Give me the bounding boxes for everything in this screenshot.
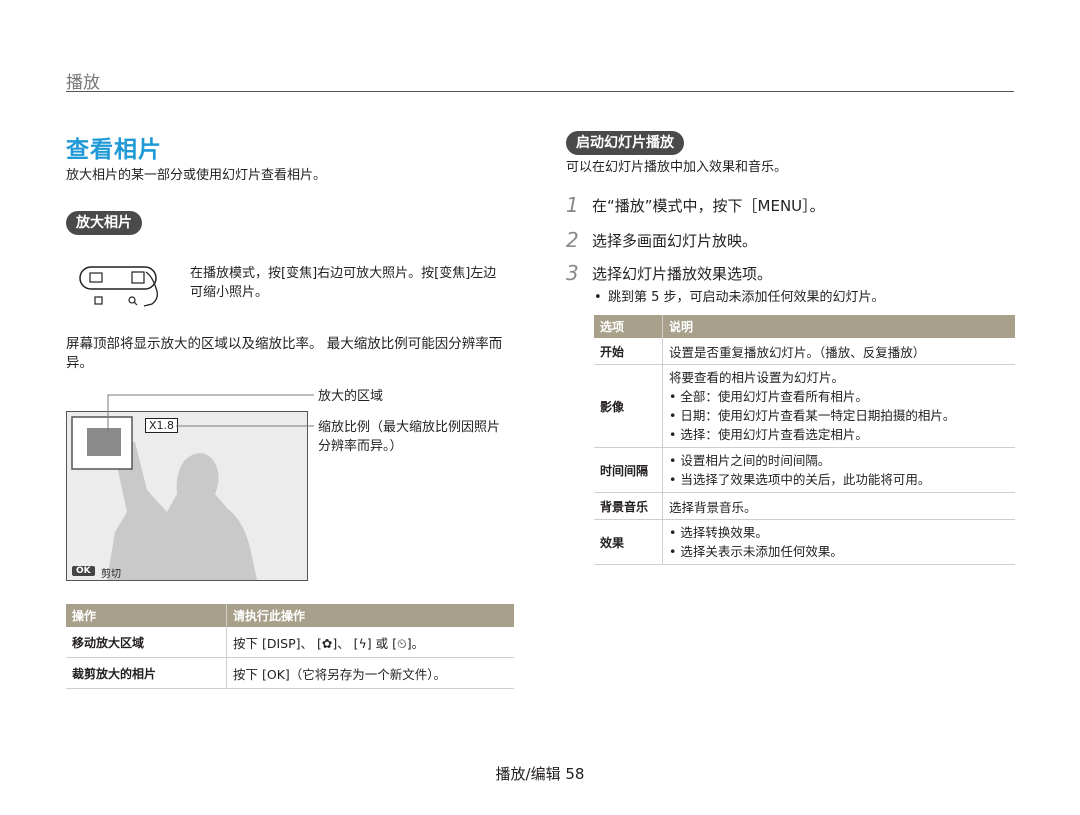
option-desc: 设置是否重复播放幻灯片。（播放、反复播放） bbox=[662, 338, 1015, 365]
operation-table: 操作 请执行此操作 移动放大区域 按下 [DISP]、 [✿]、 [ϟ] 或 [… bbox=[66, 604, 514, 689]
table-header-op: 操作 bbox=[66, 604, 227, 627]
option-desc: 将要查看的相片设置为幻灯片。 • 全部：使用幻灯片查看所有相片。 • 日期：使用… bbox=[662, 364, 1015, 448]
zoom-lever-icon bbox=[76, 264, 176, 310]
desc-line: • 全部：使用幻灯片查看所有相片。 bbox=[669, 389, 868, 404]
option-desc: 选择背景音乐。 bbox=[662, 492, 1015, 520]
table-row: 移动放大区域 按下 [DISP]、 [✿]、 [ϟ] 或 [⏲]。 bbox=[66, 627, 514, 658]
step-number: 1 bbox=[566, 193, 579, 217]
desc-line: • 选择关表示未添加任何效果。 bbox=[669, 544, 843, 559]
crop-label: 剪切 bbox=[101, 569, 121, 580]
desc-line: • 选择转换效果。 bbox=[669, 525, 768, 540]
table-header-option: 选项 bbox=[594, 315, 663, 338]
option-key: 时间间隔 bbox=[594, 447, 663, 493]
option-desc: • 选择转换效果。 • 选择关表示未添加任何效果。 bbox=[662, 519, 1015, 565]
slideshow-intro: 可以在幻灯片播放中加入效果和音乐。 bbox=[566, 160, 788, 175]
table-row: 影像 将要查看的相片设置为幻灯片。 • 全部：使用幻灯片查看所有相片。 • 日期… bbox=[594, 364, 1015, 448]
desc-line: • 设置相片之间的时间间隔。 bbox=[669, 453, 831, 468]
desc-line: 选择背景音乐。 bbox=[669, 499, 757, 515]
callout-zoomed-area: 放大的区域 bbox=[318, 389, 384, 404]
table-row: 效果 • 选择转换效果。 • 选择关表示未添加任何效果。 bbox=[594, 519, 1015, 565]
step-text: 在“播放”模式中，按下［MENU］。 bbox=[592, 197, 825, 215]
desc-line: 设置是否重复播放幻灯片。（播放、反复播放） bbox=[669, 344, 926, 360]
list-item: 跳到第 5 步，可启动未添加任何效果的幻灯片。 bbox=[594, 288, 885, 307]
zoom-instruction: 在播放模式，按[变焦]右边可放大照片。按[变焦]左边可缩小照片。 bbox=[190, 266, 497, 300]
row-action: 按下 [OK]（它将另存为一个新文件）。 bbox=[226, 657, 514, 689]
step-text: 选择多画面幻灯片放映。 bbox=[592, 232, 758, 250]
desc-line: • 日期：使用幻灯片查看某一特定日期拍摄的相片。 bbox=[669, 408, 956, 423]
row-op: 裁剪放大的相片 bbox=[66, 657, 227, 689]
option-key: 背景音乐 bbox=[594, 492, 663, 520]
row-action: 按下 [DISP]、 [✿]、 [ϟ] 或 [⏲]。 bbox=[226, 627, 514, 658]
option-desc: • 设置相片之间的时间间隔。 • 当选择了效果选项中的关后，此功能将可用。 bbox=[662, 447, 1015, 493]
table-row: 开始 设置是否重复播放幻灯片。（播放、反复播放） bbox=[594, 338, 1015, 365]
callout-zoom-ratio: 缩放比例（最大缩放比例因照片分辨率而异。） bbox=[318, 420, 501, 454]
table-header-action: 请执行此操作 bbox=[226, 604, 514, 627]
zoom-intro: 放大相片的某一部分或使用幻灯片查看相片。 bbox=[66, 168, 327, 183]
desc-line: • 选择：使用幻灯片查看选定相片。 bbox=[669, 427, 868, 442]
section-label: 播放 bbox=[66, 73, 100, 93]
callout-lines bbox=[107, 394, 314, 432]
table-header-desc: 说明 bbox=[662, 315, 1015, 338]
desc-line: • 当选择了效果选项中的关后，此功能将可用。 bbox=[669, 472, 931, 487]
page-number: 58 bbox=[565, 765, 585, 783]
step-number: 2 bbox=[566, 228, 579, 252]
row-op: 移动放大区域 bbox=[66, 627, 227, 658]
table-row: 裁剪放大的相片 按下 [OK]（它将另存为一个新文件）。 bbox=[66, 657, 514, 689]
slideshow-options-table: 选项 说明 开始 设置是否重复播放幻灯片。（播放、反复播放） 影像 将要查看的相… bbox=[594, 315, 1015, 565]
table-row: 背景音乐 选择背景音乐。 bbox=[594, 492, 1015, 520]
desc-line: 将要查看的相片设置为幻灯片。 bbox=[669, 370, 845, 385]
option-key: 影像 bbox=[594, 364, 663, 448]
step-text: 选择幻灯片播放效果选项。 bbox=[592, 265, 773, 283]
zoom-note: 屏幕顶部将显示放大的区域以及缩放比率。 最大缩放比例可能因分辨率而异。 bbox=[66, 336, 503, 371]
footer-label: 播放/编辑 bbox=[495, 765, 561, 783]
zoom-pill: 放大相片 bbox=[66, 211, 142, 235]
page-footer: 播放/编辑 58 bbox=[0, 763, 1080, 784]
header-divider bbox=[66, 91, 1014, 92]
step3-bullets: 跳到第 5 步，可启动未添加任何效果的幻灯片。 bbox=[594, 288, 885, 307]
option-key: 开始 bbox=[594, 338, 663, 365]
step-number: 3 bbox=[566, 261, 579, 285]
table-row: 时间间隔 • 设置相片之间的时间间隔。 • 当选择了效果选项中的关后，此功能将可… bbox=[594, 447, 1015, 493]
slideshow-pill: 启动幻灯片播放 bbox=[566, 131, 684, 155]
option-key: 效果 bbox=[594, 519, 663, 565]
ok-button-glyph: OK bbox=[72, 566, 95, 576]
page-title: 查看相片 bbox=[66, 137, 162, 163]
